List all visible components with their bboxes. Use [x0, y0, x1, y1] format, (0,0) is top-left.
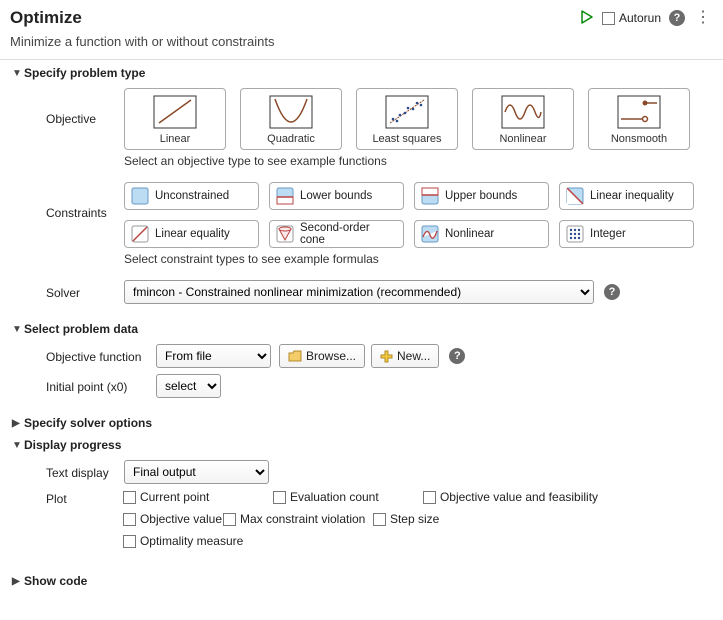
run-button[interactable]: [580, 10, 594, 27]
constraint-linear-equality[interactable]: Linear equality: [124, 220, 259, 248]
plot-optimality-measure-checkbox[interactable]: [123, 535, 136, 548]
browse-button[interactable]: Browse...: [279, 344, 365, 368]
caret-down-icon: ▼: [12, 324, 22, 335]
plot-objective-value-checkbox[interactable]: [123, 513, 136, 526]
caret-down-icon: ▼: [12, 68, 22, 79]
solver-select[interactable]: fmincon - Constrained nonlinear minimiza…: [124, 280, 594, 304]
objective-function-label: Objective function: [46, 348, 156, 364]
objective-label: Objective: [46, 88, 124, 126]
section-display-progress[interactable]: ▼ Display progress: [12, 438, 715, 452]
solver-label: Solver: [46, 284, 124, 300]
constraint-upper-bounds[interactable]: Upper bounds: [414, 182, 549, 210]
section-specify-problem-type[interactable]: ▼ Specify problem type: [12, 66, 715, 80]
header: Optimize Autorun ? ⋮ Minimize a function…: [0, 0, 723, 60]
page-subtitle: Minimize a function with or without cons…: [10, 34, 713, 49]
constraints-hint: Select constraint types to see example f…: [124, 252, 704, 266]
objective-nonsmooth[interactable]: Nonsmooth: [588, 88, 690, 150]
constraints-label: Constraints: [46, 182, 124, 220]
constraint-second-order-cone[interactable]: Second-order cone: [269, 220, 404, 248]
plot-label: Plot: [46, 490, 123, 506]
section-select-problem-data[interactable]: ▼ Select problem data: [12, 322, 715, 336]
autorun-checkbox[interactable]: [602, 12, 615, 25]
constraint-linear-inequality[interactable]: Linear inequality: [559, 182, 694, 210]
objective-linear[interactable]: Linear: [124, 88, 226, 150]
plot-objective-value-feasibility-checkbox[interactable]: [423, 491, 436, 504]
plus-icon: [380, 350, 393, 363]
constraint-nonlinear[interactable]: Nonlinear: [414, 220, 549, 248]
plot-max-constraint-violation-checkbox[interactable]: [223, 513, 236, 526]
page-title: Optimize: [10, 8, 580, 28]
help-icon[interactable]: ?: [669, 10, 685, 26]
more-menu-icon[interactable]: ⋮: [693, 10, 713, 26]
autorun-label: Autorun: [619, 11, 661, 25]
text-display-label: Text display: [46, 464, 124, 480]
constraint-unconstrained[interactable]: Unconstrained: [124, 182, 259, 210]
objective-nonlinear[interactable]: Nonlinear: [472, 88, 574, 150]
header-controls: Autorun ? ⋮: [580, 10, 713, 27]
constraint-integer[interactable]: Integer: [559, 220, 694, 248]
folder-icon: [288, 350, 302, 362]
objective-quadratic[interactable]: Quadratic: [240, 88, 342, 150]
objective-least-squares[interactable]: Least squares: [356, 88, 458, 150]
constraint-lower-bounds[interactable]: Lower bounds: [269, 182, 404, 210]
section-show-code[interactable]: ▶ Show code: [12, 574, 715, 588]
plot-step-size-checkbox[interactable]: [373, 513, 386, 526]
solver-help-icon[interactable]: ?: [604, 284, 620, 300]
plot-evaluation-count-checkbox[interactable]: [273, 491, 286, 504]
initial-point-select[interactable]: select: [156, 374, 221, 398]
objective-hint: Select an objective type to see example …: [124, 154, 690, 168]
new-button[interactable]: New...: [371, 344, 439, 368]
objective-function-help-icon[interactable]: ?: [449, 348, 465, 364]
initial-point-label: Initial point (x0): [46, 378, 156, 394]
section-specify-solver-options[interactable]: ▶ Specify solver options: [12, 416, 715, 430]
caret-down-icon: ▼: [12, 440, 22, 451]
text-display-select[interactable]: Final output: [124, 460, 269, 484]
plot-current-point-checkbox[interactable]: [123, 491, 136, 504]
objective-function-select[interactable]: From file: [156, 344, 271, 368]
caret-right-icon: ▶: [12, 576, 22, 587]
caret-right-icon: ▶: [12, 418, 22, 429]
